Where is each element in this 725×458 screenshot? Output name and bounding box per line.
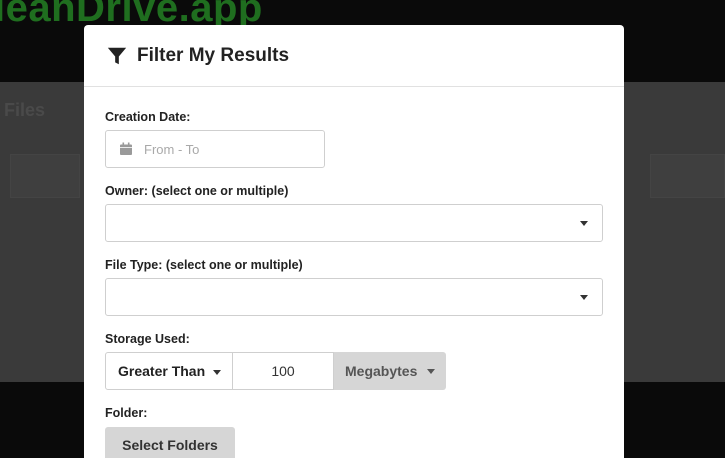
chevron-down-icon [213, 370, 221, 375]
creation-date-placeholder: From - To [144, 141, 200, 157]
folder-label: Folder: [105, 406, 148, 420]
storage-comparison-value: Greater Than [118, 363, 206, 379]
chevron-down-icon [427, 369, 435, 374]
chevron-down-icon [580, 221, 588, 226]
storage-unit-select[interactable]: Megabytes [334, 352, 446, 390]
owner-label: Owner: (select one or multiple) [105, 184, 289, 198]
file-type-label: File Type: (select one or multiple) [105, 258, 303, 272]
modal-header: Filter My Results [84, 25, 624, 87]
creation-date-input[interactable]: From - To [105, 130, 325, 168]
storage-label: Storage Used: [105, 332, 190, 346]
filter-icon [107, 47, 127, 64]
storage-amount-input[interactable]: 100 [233, 352, 334, 390]
file-card [10, 154, 80, 198]
owner-select[interactable] [105, 204, 603, 242]
creation-date-label: Creation Date: [105, 110, 191, 124]
file-card [650, 154, 725, 198]
storage-filter: Greater Than 100 Megabytes [105, 352, 446, 390]
section-title: Files [4, 100, 46, 120]
storage-comparison-select[interactable]: Greater Than [105, 352, 233, 390]
select-folders-button[interactable]: Select Folders [105, 427, 235, 458]
calendar-icon [120, 142, 132, 155]
chevron-down-icon [580, 295, 588, 300]
storage-unit-value: Megabytes [345, 363, 418, 379]
file-type-select[interactable] [105, 278, 603, 316]
modal-title: Filter My Results [137, 44, 290, 66]
filter-modal: Filter My Results Creation Date: From - … [84, 25, 624, 458]
